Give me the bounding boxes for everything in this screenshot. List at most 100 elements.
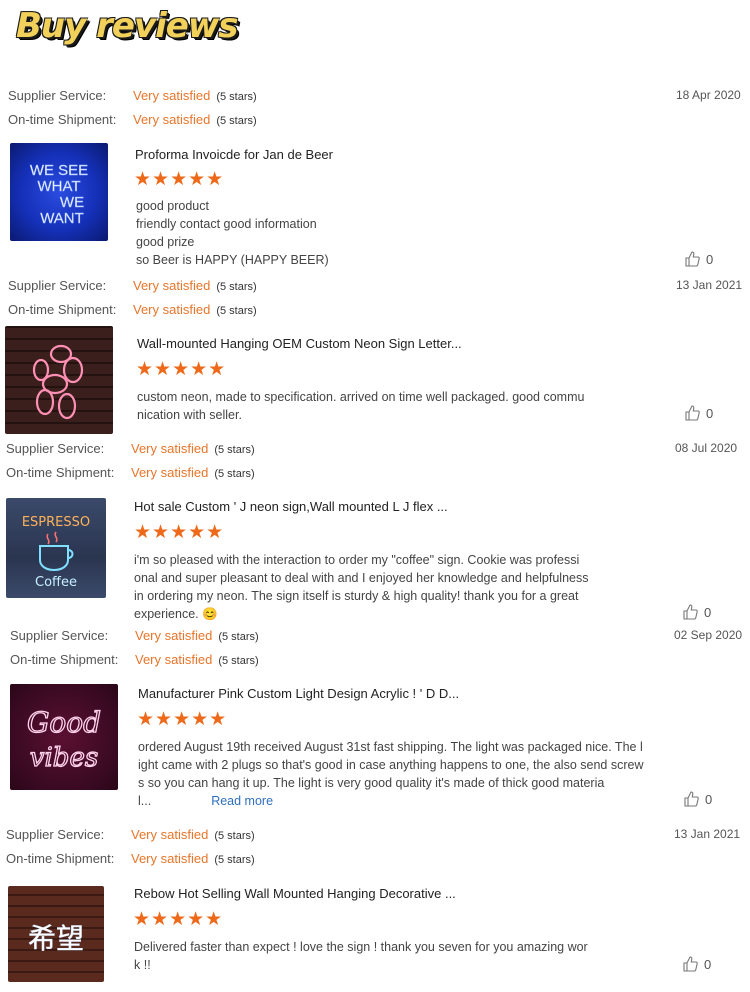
supplier-service-label: Supplier Service: <box>8 278 107 293</box>
stars-count: (5 stars) <box>216 305 257 317</box>
review-line: in ordering my neon. The sign itself is … <box>134 589 579 603</box>
like-count: 0 <box>704 956 712 972</box>
stars-count: (5 stars) <box>216 281 257 293</box>
like-button[interactable]: 0 <box>684 251 713 267</box>
review-line: custom neon, made to specification. arri… <box>137 390 585 404</box>
supplier-service-row: Supplier Service: Very satisfied (5 stars) <box>8 278 257 293</box>
review-text: good product friendly contact good infor… <box>136 197 636 269</box>
thumbs-up-icon <box>685 405 700 421</box>
supplier-service-label: Supplier Service: <box>6 441 105 456</box>
review-line: so Beer is HAPPY (HAPPY BEER) <box>136 253 329 267</box>
svg-text:ESPRESSO: ESPRESSO <box>22 515 90 530</box>
review-line: ordered August 19th received August 31st… <box>138 740 643 754</box>
review-date: 13 Jan 2021 <box>676 278 743 292</box>
review-line: onal and super pleasant to deal with and… <box>134 571 589 585</box>
product-thumbnail[interactable]: ESPRESSO Coffee <box>6 498 106 598</box>
shipment-row: On-time Shipment: Very satisfied (5 stars) <box>6 465 255 480</box>
svg-text:Good: Good <box>27 706 101 739</box>
supplier-rating: Very satisfied <box>131 441 209 456</box>
shipment-label: On-time Shipment: <box>6 851 115 866</box>
stars-count: (5 stars) <box>214 854 255 866</box>
svg-text:vibes: vibes <box>30 743 98 773</box>
shipment-rating: Very satisfied <box>131 851 209 866</box>
review-date: 13 Jan 2021 <box>674 827 741 841</box>
svg-text:WHAT: WHAT <box>37 178 80 195</box>
product-title[interactable]: Manufacturer Pink Custom Light Design Ac… <box>138 686 459 701</box>
product-thumbnail[interactable]: WE SEE WHAT WE WANT <box>10 143 108 241</box>
shipment-label: On-time Shipment: <box>8 112 117 127</box>
shipment-rating: Very satisfied <box>135 652 213 667</box>
review-line: nication with seller. <box>137 408 242 422</box>
star-rating: ★★★★★ <box>134 522 225 543</box>
stars-count: (5 stars) <box>214 830 255 842</box>
review-date: 18 Apr 2020 <box>676 88 741 102</box>
stars-count: (5 stars) <box>216 115 257 127</box>
supplier-rating: Very satisfied <box>131 827 209 842</box>
review-line: Delivered faster than expect ! love the … <box>134 940 588 954</box>
shipment-row: On-time Shipment: Very satisfied (5 stars) <box>10 652 259 667</box>
review-line: k !! <box>134 958 151 972</box>
like-count: 0 <box>705 791 713 807</box>
thumbs-up-icon <box>684 791 699 807</box>
supplier-service-row: Supplier Service: Very satisfied (5 stars) <box>6 441 255 456</box>
review-date: 08 Jul 2020 <box>675 441 738 455</box>
supplier-service-label: Supplier Service: <box>8 88 107 103</box>
review-line: s so you can hang it up. The light is ve… <box>138 776 605 790</box>
review-line: ight came with 2 plugs so that's good in… <box>138 758 644 772</box>
svg-text:希望: 希望 <box>28 922 84 955</box>
review-text: Delivered faster than expect ! love the … <box>134 938 634 974</box>
supplier-service-row: Supplier Service: Very satisfied (5 stars) <box>6 827 255 842</box>
like-button[interactable]: 0 <box>682 604 711 620</box>
stars-count: (5 stars) <box>216 91 257 103</box>
stars-count: (5 stars) <box>218 631 259 643</box>
review-text: i'm so pleased with the interaction to o… <box>134 551 634 623</box>
product-thumbnail[interactable] <box>5 326 113 434</box>
review-line: experience. 😊 <box>134 607 218 621</box>
shipment-label: On-time Shipment: <box>8 302 117 317</box>
shipment-rating: Very satisfied <box>133 112 211 127</box>
supplier-rating: Very satisfied <box>133 88 211 103</box>
product-title[interactable]: Proforma Invoicde for Jan de Beer <box>135 147 333 162</box>
stars-count: (5 stars) <box>214 444 255 456</box>
supplier-service-row: Supplier Service: Very satisfied (5 stars) <box>8 88 257 103</box>
supplier-service-label: Supplier Service: <box>10 628 109 643</box>
stars-count: (5 stars) <box>218 655 259 667</box>
product-thumbnail[interactable]: 希望 <box>8 886 104 982</box>
review-line: friendly contact good information <box>136 217 317 231</box>
like-count: 0 <box>704 604 712 620</box>
read-more-link[interactable]: Read more <box>211 794 273 808</box>
thumbs-up-icon <box>683 956 698 972</box>
star-rating: ★★★★★ <box>134 169 225 190</box>
supplier-service-row: Supplier Service: Very satisfied (5 stars) <box>10 628 259 643</box>
product-title[interactable]: Hot sale Custom ' J neon sign,Wall mount… <box>134 499 448 514</box>
review-line: l... <box>138 794 152 808</box>
thumbs-up-icon <box>683 604 698 620</box>
shipment-label: On-time Shipment: <box>6 465 115 480</box>
like-count: 0 <box>706 251 714 267</box>
review-text: ordered August 19th received August 31st… <box>138 738 698 810</box>
shipment-row: On-time Shipment: Very satisfied (5 stars) <box>8 302 257 317</box>
thumbs-up-icon <box>685 251 700 267</box>
shipment-rating: Very satisfied <box>131 465 209 480</box>
page-title: Buy reviews <box>16 6 238 46</box>
review-line: good prize <box>136 235 195 249</box>
product-title[interactable]: Wall-mounted Hanging OEM Custom Neon Sig… <box>137 336 462 351</box>
svg-text:WANT: WANT <box>40 210 84 227</box>
review-line: good product <box>136 199 209 213</box>
shipment-rating: Very satisfied <box>133 302 211 317</box>
product-thumbnail[interactable]: Good vibes <box>10 684 118 790</box>
star-rating: ★★★★★ <box>133 909 224 930</box>
like-button[interactable]: 0 <box>684 405 713 421</box>
review-date: 02 Sep 2020 <box>674 628 743 642</box>
star-rating: ★★★★★ <box>137 709 228 730</box>
svg-text:WE: WE <box>60 194 84 211</box>
supplier-rating: Very satisfied <box>133 278 211 293</box>
like-button[interactable]: 0 <box>683 791 712 807</box>
product-title[interactable]: Rebow Hot Selling Wall Mounted Hanging D… <box>134 886 456 901</box>
review-text: custom neon, made to specification. arri… <box>137 388 637 424</box>
review-line: i'm so pleased with the interaction to o… <box>134 553 580 567</box>
like-count: 0 <box>706 405 714 421</box>
supplier-service-label: Supplier Service: <box>6 827 105 842</box>
like-button[interactable]: 0 <box>682 956 711 972</box>
shipment-label: On-time Shipment: <box>10 652 119 667</box>
